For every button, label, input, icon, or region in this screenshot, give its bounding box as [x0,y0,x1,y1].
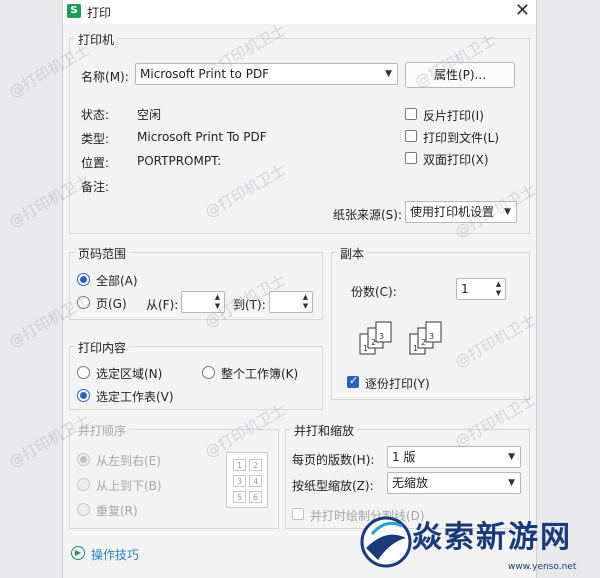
svg-text:3: 3 [429,332,434,341]
copies-count-value: 1 [461,282,469,296]
location-label: 位置: [81,156,110,170]
top-to-bottom-label: 从上到下(B) [96,479,162,493]
properties-button[interactable]: 属性(P)... [405,62,515,88]
tips-link[interactable]: 操作技巧 [91,546,139,563]
to-label: 到(T): [233,298,266,312]
spin-up-icon[interactable]: ▲ [300,293,311,302]
copies-group-label: 副本 [337,245,368,262]
from-label: 从(F): [146,298,179,312]
pages-per-sheet-label: 每页的版数(H): [292,453,375,467]
left-to-right-radio[interactable] [77,453,90,466]
dropdown-arrow-icon: ▼ [508,452,515,462]
paper-source-label: 纸张来源(S): [333,208,403,222]
copies-count-label: 份数(C): [351,285,397,299]
split-lines-checkbox[interactable] [292,508,304,520]
duplex-print-label: 双面打印(X) [423,153,489,167]
scale-select[interactable]: 无缩放 ▼ [387,472,521,494]
duplex-print-checkbox[interactable] [405,152,417,164]
pages-per-sheet-select[interactable]: 1 版 ▼ [387,446,521,468]
spin-down-icon[interactable]: ▼ [493,289,504,298]
title-bar: S 打印 ✕ [63,0,536,24]
page-range-group-label: 页码范围 [75,245,130,262]
scale-label: 按纸型缩放(Z): [292,479,374,493]
spin-down-icon[interactable]: ▼ [212,302,223,311]
location-value: PORTPROMPT: [137,154,222,168]
zoom-group-label: 并打和缩放 [291,422,358,439]
selection-radio[interactable] [77,366,90,379]
reverse-print-label: 反片打印(I) [423,109,484,123]
svg-text:2: 2 [371,338,376,347]
repeat-radio[interactable] [77,503,90,516]
printer-name-select[interactable]: Microsoft Print to PDF ▼ [135,63,398,85]
collate-checkbox[interactable] [347,374,359,388]
printer-name-label: 名称(M): [81,70,129,84]
order-cell-5: 5 [233,491,246,503]
order-cell-2: 2 [249,459,262,471]
paper-source-value: 使用打印机设置 [410,205,495,219]
type-value: Microsoft Print To PDF [137,130,267,144]
window-title: 打印 [87,6,112,20]
collate-label: 逐份打印(Y) [365,377,430,391]
print-to-file-checkbox[interactable] [405,130,417,142]
from-page-input[interactable]: ▲ ▼ [181,291,225,313]
sheet-label: 选定工作表(V) [96,390,174,404]
workbook-label: 整个工作簿(K) [221,367,299,381]
paper-source-select[interactable]: 使用打印机设置 ▼ [405,201,517,223]
pages-per-sheet-value: 1 版 [392,450,416,464]
svg-text:1: 1 [413,344,418,353]
copies-count-input[interactable]: 1 ▲ ▼ [456,278,506,300]
comment-label: 备注: [81,180,110,194]
dropdown-arrow-icon: ▼ [508,478,515,488]
print-dialog: S 打印 ✕ 打印机 名称(M): Microsoft Print to PDF… [62,0,537,578]
scale-value: 无缩放 [392,476,429,490]
page-range-all-label: 全部(A) [96,274,138,288]
top-to-bottom-radio[interactable] [77,478,90,491]
brand-name: 焱索新游网 [412,520,572,555]
brand-logo-icon [360,516,412,568]
reverse-print-checkbox[interactable] [405,108,417,120]
repeat-label: 重复(R) [96,504,138,518]
workbook-radio[interactable] [202,366,215,379]
printer-group-label: 打印机 [75,31,118,48]
selection-label: 选定区域(N) [96,367,163,381]
print-order-group-label: 并打顺序 [75,422,130,439]
order-cell-6: 6 [249,491,262,503]
spin-down-icon[interactable]: ▼ [300,302,311,311]
print-to-file-label: 打印到文件(L) [423,131,500,145]
sheet-radio[interactable] [77,389,90,402]
brand-url: www.yenso.net [508,562,577,572]
svg-text:2: 2 [421,338,426,347]
wps-spreadsheet-icon: S [67,4,81,18]
spin-up-icon[interactable]: ▲ [212,293,223,302]
page-range-pages-label: 页(G) [96,297,127,311]
tips-play-icon[interactable]: ▶ [71,546,85,560]
print-content-group-label: 打印内容 [75,339,130,356]
close-icon[interactable]: ✕ [515,1,530,21]
order-cell-4: 4 [249,475,262,487]
page-range-all-radio[interactable] [77,273,90,286]
collate-pages-icon: 1 2 3 1 2 3 [359,321,442,355]
dropdown-arrow-icon: ▼ [385,69,392,79]
printer-name-value: Microsoft Print to PDF [140,67,270,81]
site-brand-watermark: 焱索新游网 www.yenso.net [352,506,600,578]
status-label: 状态: [81,108,110,122]
page-range-pages-radio[interactable] [77,296,90,309]
print-order-preview: 1 2 3 4 5 6 [226,452,268,508]
dropdown-arrow-icon: ▼ [504,207,511,217]
svg-text:1: 1 [363,344,368,353]
svg-text:3: 3 [379,332,384,341]
left-to-right-label: 从左到右(E) [96,454,161,468]
status-value: 空闲 [137,108,162,122]
order-cell-3: 3 [233,475,246,487]
to-page-input[interactable]: ▲ ▼ [269,291,313,313]
type-label: 类型: [81,132,110,146]
spin-up-icon[interactable]: ▲ [493,280,504,289]
order-cell-1: 1 [233,459,246,471]
